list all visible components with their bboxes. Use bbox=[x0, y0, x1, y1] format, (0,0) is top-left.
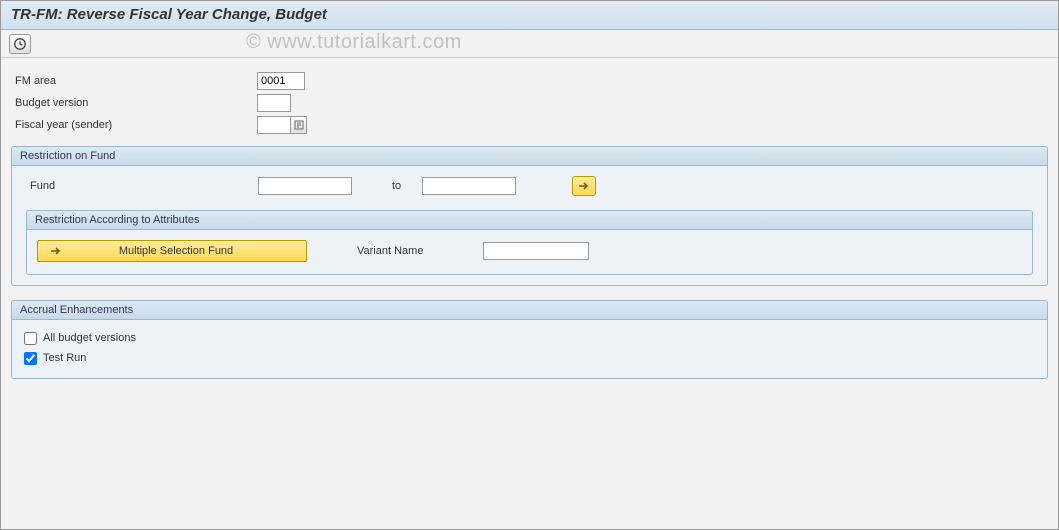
arrow-right-icon bbox=[578, 181, 590, 191]
execute-button[interactable] bbox=[9, 34, 31, 54]
title-bar: TR-FM: Reverse Fiscal Year Change, Budge… bbox=[1, 1, 1058, 30]
row-budget-version: Budget version bbox=[11, 92, 1048, 114]
all-budget-versions-label: All budget versions bbox=[43, 332, 136, 344]
budget-version-label: Budget version bbox=[11, 97, 257, 109]
fiscal-year-input[interactable] bbox=[257, 116, 291, 134]
arrow-right-icon bbox=[50, 246, 62, 256]
row-all-budget-versions: All budget versions bbox=[22, 328, 1037, 348]
group-restriction-fund: Restriction on Fund Fund to Restriction … bbox=[11, 146, 1048, 286]
multiple-selection-fund-button[interactable]: Multiple Selection Fund bbox=[37, 240, 307, 262]
fiscal-year-f4-button[interactable] bbox=[291, 116, 307, 134]
test-run-checkbox[interactable] bbox=[24, 352, 37, 365]
group-accrual-enhancements: Accrual Enhancements All budget versions… bbox=[11, 300, 1048, 379]
toolbar bbox=[1, 30, 1058, 58]
row-fiscal-year: Fiscal year (sender) bbox=[11, 114, 1048, 136]
fm-area-input[interactable] bbox=[257, 72, 305, 90]
page-title: TR-FM: Reverse Fiscal Year Change, Budge… bbox=[11, 6, 1048, 23]
row-fm-area: FM area bbox=[11, 70, 1048, 92]
group-restriction-attributes: Restriction According to Attributes Mult… bbox=[26, 210, 1033, 275]
clock-execute-icon bbox=[13, 37, 27, 51]
fund-from-input[interactable] bbox=[258, 177, 352, 195]
fund-to-input[interactable] bbox=[422, 177, 516, 195]
fiscal-year-label: Fiscal year (sender) bbox=[11, 119, 257, 131]
all-budget-versions-checkbox[interactable] bbox=[24, 332, 37, 345]
msel-button-label: Multiple Selection Fund bbox=[66, 245, 306, 257]
group-fund-title: Restriction on Fund bbox=[12, 147, 1047, 166]
group-attr-title: Restriction According to Attributes bbox=[27, 211, 1032, 230]
group-accrual-title: Accrual Enhancements bbox=[12, 301, 1047, 320]
fund-multiple-selection-button[interactable] bbox=[572, 176, 596, 196]
search-help-icon bbox=[294, 120, 304, 130]
variant-name-label: Variant Name bbox=[357, 245, 483, 257]
main-content: FM area Budget version Fiscal year (send… bbox=[1, 58, 1058, 405]
fm-area-label: FM area bbox=[11, 75, 257, 87]
variant-name-input[interactable] bbox=[483, 242, 589, 260]
test-run-label: Test Run bbox=[43, 352, 86, 364]
row-test-run: Test Run bbox=[22, 348, 1037, 368]
row-fund-range: Fund to bbox=[26, 176, 1033, 196]
fund-label: Fund bbox=[26, 180, 258, 192]
budget-version-input[interactable] bbox=[257, 94, 291, 112]
fund-to-label: to bbox=[352, 180, 422, 192]
